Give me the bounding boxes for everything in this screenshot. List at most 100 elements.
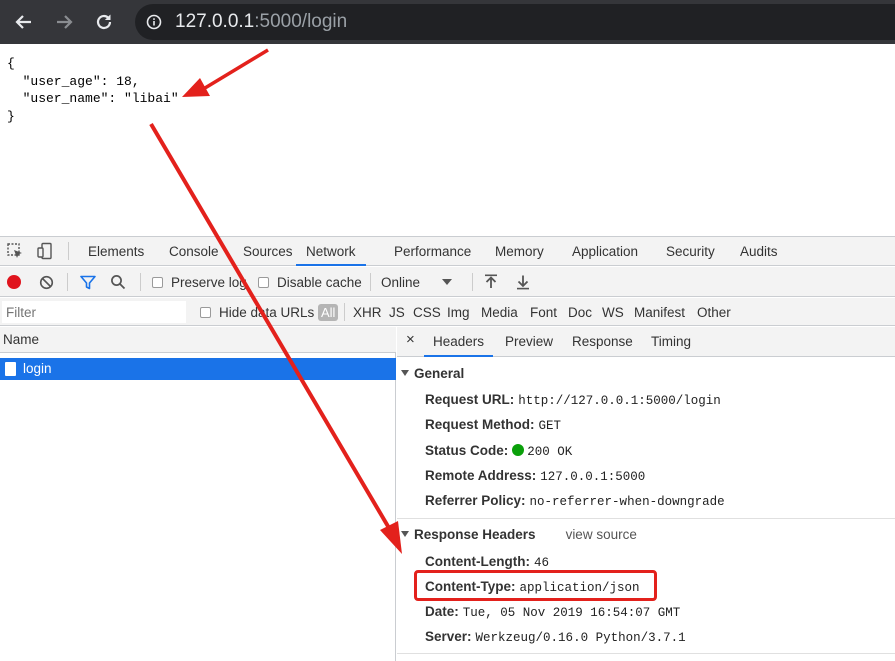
tab-timing[interactable]: Timing [651, 327, 691, 357]
tab-sources[interactable]: Sources [243, 237, 293, 266]
url-path: :5000/login [254, 11, 348, 32]
reload-icon [96, 14, 112, 30]
type-filter-doc[interactable]: Doc [568, 298, 592, 326]
divider [472, 273, 473, 291]
address-bar[interactable]: 127.0.0.1:5000/login [135, 4, 895, 40]
section-title: Response Headers [414, 527, 536, 542]
header-key: Server: [425, 629, 472, 644]
annotation-arrow [182, 48, 269, 97]
chevron-down-icon [442, 279, 453, 285]
header-value: 46 [533, 556, 549, 570]
section-general[interactable]: General [401, 364, 464, 384]
tab-preview[interactable]: Preview [505, 327, 553, 357]
type-filter-js[interactable]: JS [389, 298, 405, 326]
header-key: Request URL: [425, 392, 515, 407]
forward-button[interactable] [50, 8, 78, 36]
filter-toggle-button[interactable] [80, 267, 96, 297]
json-response-body: { "user_age": 18, "user_name": "libai"} [7, 55, 179, 125]
disable-cache-checkbox[interactable]: Disable cache [258, 267, 362, 297]
json-line: } [7, 108, 15, 124]
type-filter-xhr[interactable]: XHR [353, 298, 382, 326]
clear-icon [39, 275, 54, 289]
request-list: Name login [0, 327, 396, 661]
type-filter-img[interactable]: Img [447, 298, 470, 326]
header-row: Request Method: GET [425, 415, 561, 435]
search-button[interactable] [110, 267, 126, 297]
tab-elements[interactable]: Elements [88, 237, 144, 266]
type-filter-font[interactable]: Font [530, 298, 557, 326]
column-header-name[interactable]: Name [0, 327, 396, 353]
url-host: 127.0.0.1 [175, 11, 255, 32]
section-title: General [414, 366, 465, 381]
header-row: Referrer Policy: no-referrer-when-downgra… [425, 491, 725, 511]
header-value: http://127.0.0.1:5000/login [518, 394, 721, 408]
tab-memory[interactable]: Memory [495, 237, 544, 266]
close-icon[interactable]: × [406, 331, 415, 348]
arrow-right-icon [57, 15, 73, 29]
device-toolbar-icon[interactable] [36, 242, 54, 260]
arrow-left-icon [15, 15, 31, 29]
header-value: no-referrer-when-downgrade [529, 495, 725, 509]
disable-cache-label: Disable cache [277, 274, 362, 290]
header-row: Request URL: http://127.0.0.1:5000/login [425, 390, 721, 410]
preserve-log-label: Preserve log [171, 274, 247, 290]
tab-console[interactable]: Console [169, 237, 219, 266]
record-button[interactable] [7, 267, 21, 297]
header-value: GET [538, 419, 562, 433]
tab-performance[interactable]: Performance [394, 237, 471, 266]
tab-network[interactable]: Network [296, 237, 366, 266]
network-toolbar: Preserve log Disable cache Online [0, 267, 895, 297]
hide-data-urls-checkbox[interactable]: Hide data URLs [200, 298, 314, 326]
tab-response[interactable]: Response [572, 327, 633, 357]
header-row: Status Code: 200 OK [425, 441, 572, 461]
import-har-button[interactable] [484, 267, 498, 297]
status-ok-icon [512, 444, 525, 456]
divider [397, 518, 895, 519]
header-key: Date: [425, 604, 459, 619]
type-filter-css[interactable]: CSS [413, 298, 441, 326]
divider [140, 273, 141, 291]
section-response-headers[interactable]: Response Headers view source [401, 525, 637, 545]
header-row: Remote Address: 127.0.0.1:5000 [425, 466, 645, 486]
type-filter-manifest[interactable]: Manifest [634, 298, 685, 326]
json-line: "user_name": "libai" [7, 91, 179, 106]
type-filter-ws[interactable]: WS [602, 298, 624, 326]
info-icon[interactable] [146, 14, 162, 30]
tab-security[interactable]: Security [666, 237, 715, 266]
throttling-select[interactable]: Online [381, 267, 453, 297]
divider [67, 273, 68, 291]
hide-data-urls-label: Hide data URLs [219, 304, 315, 320]
type-filter-media[interactable]: Media [481, 298, 518, 326]
preserve-log-checkbox[interactable]: Preserve log [152, 267, 247, 297]
request-name: login [23, 361, 52, 376]
reload-button[interactable] [90, 8, 118, 36]
details-tab-bar: × Headers Preview Response Timing [397, 327, 895, 357]
table-row[interactable]: login [0, 358, 396, 380]
tab-audits[interactable]: Audits [740, 237, 778, 266]
header-value: Tue, 05 Nov 2019 16:54:07 GMT [462, 606, 681, 620]
type-filter-other[interactable]: Other [697, 298, 731, 326]
back-button[interactable] [10, 8, 38, 36]
header-key: Content-Length: [425, 554, 530, 569]
triangle-down-icon [401, 531, 409, 537]
filter-input[interactable] [2, 301, 186, 323]
record-icon [7, 275, 21, 289]
url-text[interactable]: 127.0.0.1:5000/login [175, 12, 347, 32]
clear-button[interactable] [39, 267, 54, 297]
header-row: Date: Tue, 05 Nov 2019 16:54:07 GMT [425, 602, 680, 622]
document-icon [5, 362, 16, 376]
divider [370, 273, 371, 291]
view-source-link[interactable]: view source [566, 527, 637, 542]
filter-icon [80, 275, 96, 289]
header-value: 200 OK [527, 445, 573, 459]
tab-headers[interactable]: Headers [424, 327, 494, 357]
tab-application[interactable]: Application [572, 237, 638, 266]
inspect-element-icon[interactable] [6, 242, 24, 260]
search-icon [111, 275, 126, 290]
triangle-down-icon [401, 370, 409, 376]
download-icon [517, 275, 529, 290]
checkbox-box [258, 276, 269, 288]
export-har-button[interactable] [516, 267, 530, 297]
type-filter-all[interactable]: All [318, 298, 339, 326]
upload-icon [485, 274, 497, 288]
